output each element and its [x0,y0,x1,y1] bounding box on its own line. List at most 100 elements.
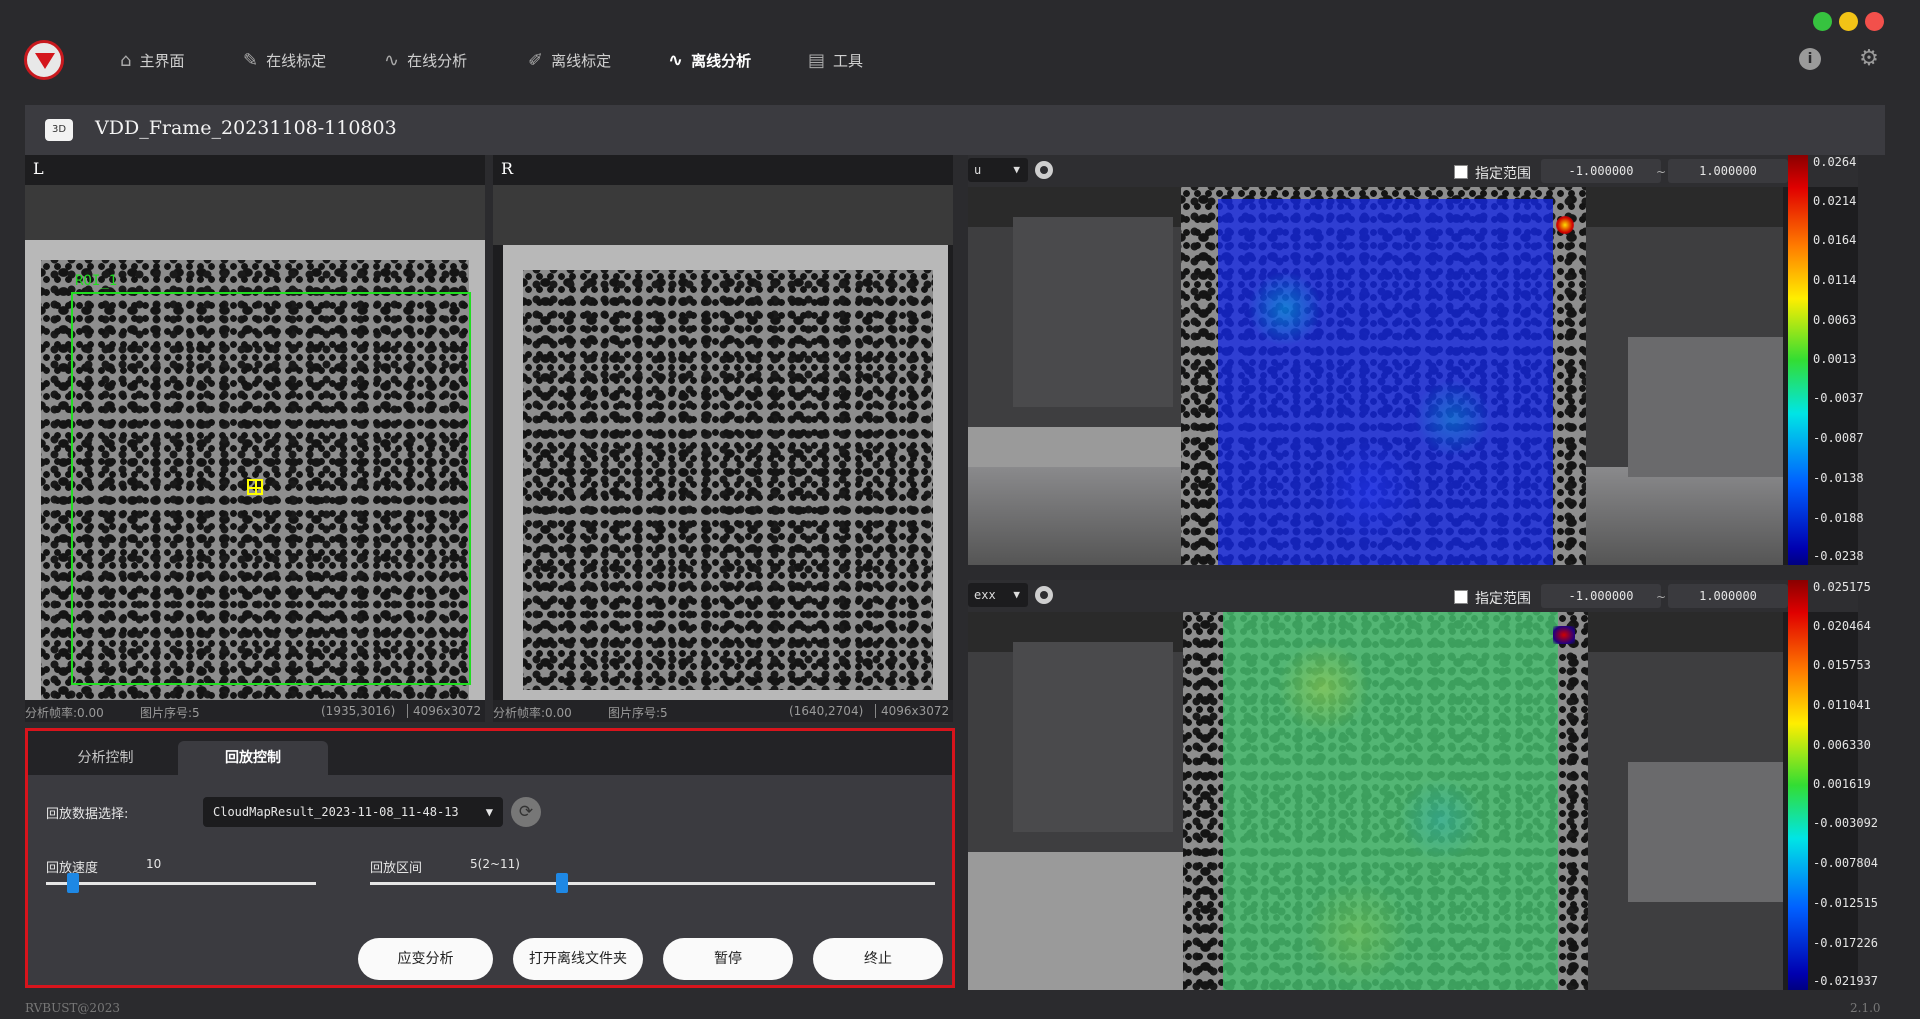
range-tilde-u: ~ [1656,165,1667,179]
nav-home-label: 主界面 [139,51,185,70]
calibrate-icon: ✎ [243,49,259,71]
colorbar-tick: -0.0138 [1813,471,1864,485]
chevron-down-icon: ▼ [485,805,493,819]
field-select-u[interactable]: u ▼ [968,158,1028,182]
chevron-down-icon: ▼ [1013,163,1020,176]
colorbar-tick: 0.025175 [1813,580,1871,594]
info-icon[interactable]: i [1799,48,1821,70]
colorbar-u-ticks: 0.0264 0.0214 0.0164 0.0114 0.0063 0.001… [1813,155,1864,565]
colorbar-tick: -0.0188 [1813,511,1864,525]
range-label: 回放区间 [370,861,423,876]
colorbar-tick: -0.0037 [1813,391,1864,405]
copyright-text: RVBUST@2023 [25,1001,120,1015]
nav-tools[interactable]: ▤ 工具 [808,46,863,74]
image-resolution: 4096x3072 [875,704,949,718]
range-slider-track[interactable] [370,882,935,885]
nav-online-calibration[interactable]: ✎ 在线标定 [243,46,326,74]
image-index: 图片序号:5 [140,706,200,720]
nav-online-analysis[interactable]: ∿ 在线分析 [384,46,467,74]
colorbar-tick: -0.021937 [1813,974,1879,988]
colorbar-tick: 0.0114 [1813,273,1857,287]
cursor-coordinate: (1935,3016) [321,704,396,718]
strain-analysis-button[interactable]: 应变分析 [358,938,493,980]
nav-online-calibration-label: 在线标定 [266,51,327,70]
colorbar-tick: 0.0063 [1813,313,1857,327]
field-select-exx-value: exx [974,588,996,602]
gear-icon[interactable] [1035,161,1053,179]
speed-slider-track[interactable] [46,882,316,885]
range-min-u[interactable]: -1.000000 [1541,159,1661,183]
cursor-coordinate: (1640,2704) [789,704,864,718]
settings-icon[interactable]: ⚙ [1858,48,1880,70]
version-text: 2.1.0 [1850,1001,1881,1015]
pause-button[interactable]: 暂停 [663,938,793,980]
analysis-fps: 分析帧率:0.00 [493,706,572,720]
camera-left-view[interactable]: ROI_1 [25,185,485,700]
field-select-exx[interactable]: exx ▼ [968,583,1028,607]
range-max-u[interactable]: 1.000000 [1668,159,1788,183]
colorbar-u [1788,155,1808,565]
range-slider-handle[interactable] [556,873,569,893]
app-logo [24,40,64,80]
colorbar-tick: 0.011041 [1813,698,1871,712]
playback-data-select[interactable]: CloudMapResult_2023-11-08_11-48-13 ▼ [203,797,503,827]
gear-icon[interactable] [1035,586,1053,604]
chevron-down-icon: ▼ [1013,588,1020,601]
maximize-button[interactable] [1839,12,1858,31]
camera-right-label: R [501,159,514,178]
nav-offline-analysis[interactable]: ∿ 离线分析 [668,46,751,74]
colorbar-tick: 0.0164 [1813,233,1857,247]
refresh-icon[interactable]: ⟳ [511,797,541,827]
home-icon: ⌂ [120,49,132,71]
tab-analysis-control[interactable]: 分析控制 [38,741,173,775]
colorbar-tick: 0.0214 [1813,194,1857,208]
speed-slider-handle[interactable] [67,873,79,893]
heatmap-u-header: u ▼ 指定范围 -1.000000 ~ 1.000000 [968,155,1858,187]
heatmap-exx-image[interactable] [968,612,1783,990]
speed-value: 10 [146,857,162,871]
colorbar-tick: 0.0013 [1813,352,1857,366]
field-select-u-value: u [974,163,982,177]
pen-icon: ✐ [528,49,544,71]
nav-home[interactable]: ⌂ 主界面 [120,46,184,74]
colorbar-tick: -0.0238 [1813,549,1864,563]
title-bar: ⌂ 主界面 ✎ 在线标定 ∿ 在线分析 ✐ 离线标定 ∿ 离线分析 ▤ 工具 i… [0,0,1920,100]
camera-left-panel: L ROI_1 分析帧率:0.00 图片序号:5 (1935,3016) 409… [25,155,485,722]
image-index: 图片序号:5 [608,706,668,720]
toolbox-icon: ▤ [808,49,826,71]
playback-data-select-value: CloudMapResult_2023-11-08_11-48-13 [213,805,459,819]
playback-control-panel: 分析控制 回放控制 回放数据选择: CloudMapResult_2023-11… [25,728,955,988]
range-max-exx[interactable]: 1.000000 [1668,584,1788,608]
open-offline-folder-button[interactable]: 打开离线文件夹 [513,938,643,980]
roi-label: ROI_1 [75,273,118,289]
close-button[interactable] [1865,12,1884,31]
file-bar: 3D VDD_Frame_20231108-110803 [25,105,1885,155]
range-min-exx[interactable]: -1.000000 [1541,584,1661,608]
app-window: { "nav": [ {"icon": "home-icon", "label"… [0,0,1920,1019]
range-tilde-exx: ~ [1656,590,1667,604]
offline-analysis-icon: ∿ [668,49,684,71]
minimize-button[interactable] [1813,12,1832,31]
range-label-exx: 指定范围 [1475,591,1531,607]
heatmap-u-panel: u ▼ 指定范围 -1.000000 ~ 1.000000 0.0264 0.0… [968,155,1864,565]
range-label-u: 指定范围 [1475,166,1531,182]
roi-rectangle[interactable] [71,292,471,685]
colorbar-tick: 0.0264 [1813,155,1857,169]
colorbar-tick: -0.007804 [1813,856,1879,870]
range-checkbox-u[interactable] [1454,165,1468,179]
nav-offline-calibration[interactable]: ✐ 离线标定 [528,46,611,74]
nav-offline-analysis-label: 离线分析 [691,51,752,70]
3d-badge: 3D [45,119,73,141]
tab-playback-control[interactable]: 回放控制 [178,741,328,775]
colorbar-tick: 0.020464 [1813,619,1871,633]
analysis-fps: 分析帧率:0.00 [25,706,104,720]
speckle-pattern [523,270,933,690]
stop-button[interactable]: 终止 [813,938,943,980]
control-tabs: 分析控制 回放控制 [28,731,952,775]
crosshair-marker[interactable] [247,479,263,495]
camera-right-view[interactable] [493,185,953,700]
colorbar-exx [1788,580,1808,990]
heatmap-u-image[interactable] [968,187,1783,565]
file-name: VDD_Frame_20231108-110803 [95,117,397,139]
range-checkbox-exx[interactable] [1454,590,1468,604]
